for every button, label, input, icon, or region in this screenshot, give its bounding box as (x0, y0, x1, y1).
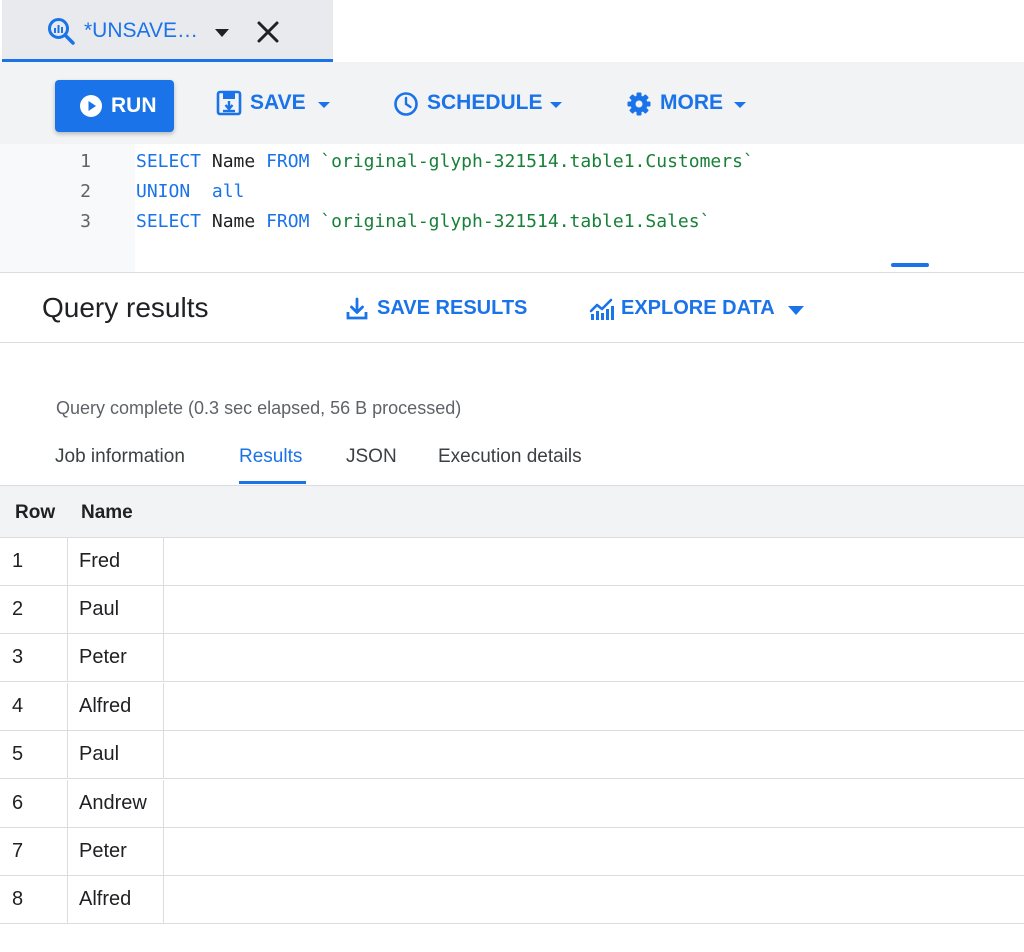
row-number: 5 (12, 743, 24, 765)
sql-keyword: SELECT (136, 211, 202, 232)
line-number: 3 (80, 211, 91, 232)
explore-data-label: EXPLORE DATA (621, 297, 775, 319)
sql-identifier: Name (211, 151, 256, 172)
download-icon (346, 297, 368, 320)
cell-divider (67, 780, 68, 827)
tab-title: *UNSAVE… (84, 19, 198, 42)
play-circle-icon (80, 95, 102, 117)
editor-divider (0, 272, 1024, 273)
row-number: 4 (12, 695, 24, 717)
table-row: 8 Alfred (0, 876, 1024, 924)
gear-icon (627, 92, 651, 116)
cell-divider (163, 586, 164, 633)
more-caret-icon (734, 102, 746, 108)
cell-divider (163, 780, 164, 827)
row-number: 6 (12, 792, 24, 814)
line-number: 1 (80, 151, 91, 172)
cell-divider (67, 586, 68, 633)
query-magnifier-icon (48, 18, 75, 45)
tab-results[interactable]: Results (239, 446, 302, 468)
editor-resize-handle[interactable] (891, 263, 929, 267)
more-label: MORE (660, 91, 723, 114)
name-cell: Paul (79, 743, 120, 765)
table-row: 1 Fred (0, 538, 1024, 586)
cell-divider (163, 731, 164, 778)
sql-keyword: FROM (266, 211, 310, 232)
active-tab-indicator (239, 481, 306, 484)
name-cell: Alfred (79, 888, 132, 910)
cell-divider (67, 828, 68, 875)
row-number: 8 (12, 888, 24, 910)
cell-divider (67, 731, 68, 778)
schedule-caret-icon (550, 102, 562, 108)
caret-down-icon[interactable] (210, 26, 234, 40)
table-row: 7 Peter (0, 828, 1024, 876)
query-results-title: Query results (42, 292, 209, 323)
sql-keyword: SELECT (136, 151, 202, 172)
name-cell: Paul (79, 598, 120, 620)
name-cell: Peter (79, 840, 127, 862)
cell-divider (67, 876, 68, 923)
save-label: SAVE (250, 91, 306, 114)
more-button[interactable]: MORE (626, 86, 750, 122)
close-icon[interactable] (254, 18, 282, 46)
cell-divider (163, 876, 164, 923)
row-number: 1 (12, 550, 24, 572)
table-row: 5 Paul (0, 731, 1024, 779)
table-row: 3 Peter (0, 634, 1024, 682)
save-results-button[interactable]: SAVE RESULTS (346, 296, 528, 324)
results-header-divider (0, 342, 1024, 343)
name-cell: Andrew (79, 792, 147, 814)
clock-icon (394, 92, 418, 116)
explore-caret-icon (788, 306, 804, 315)
save-disk-icon (216, 90, 242, 116)
tab-execution-details[interactable]: Execution details (438, 446, 582, 468)
query-tab[interactable]: *UNSAVE… (2, 0, 333, 62)
row-number: 3 (12, 646, 24, 668)
cell-divider (67, 634, 68, 681)
run-label: RUN (111, 94, 157, 117)
line-number: 2 (80, 181, 91, 202)
sql-table-ref: `original-glyph-321514.table1.Customers` (320, 151, 754, 172)
save-results-label: SAVE RESULTS (377, 297, 528, 319)
cell-divider (163, 683, 164, 730)
column-header-name: Name (81, 502, 133, 523)
name-cell: Peter (79, 646, 127, 668)
cell-divider (163, 538, 164, 585)
query-status: Query complete (0.3 sec elapsed, 56 B pr… (56, 398, 462, 418)
table-header: Row Name (0, 485, 1024, 538)
sql-table-ref: `original-glyph-321514.table1.Sales` (320, 211, 711, 232)
save-button[interactable]: SAVE (216, 86, 334, 122)
save-caret-icon (318, 102, 330, 108)
sql-keyword: all (211, 181, 245, 202)
explore-data-button[interactable]: EXPLORE DATA (589, 296, 809, 324)
code-line: UNION all (136, 181, 244, 202)
cell-divider (67, 538, 68, 585)
chart-icon (589, 298, 614, 320)
tab-json[interactable]: JSON (346, 446, 397, 468)
table-row: 4 Alfred (0, 683, 1024, 731)
row-number: 2 (12, 598, 24, 620)
sql-keyword: FROM (266, 151, 310, 172)
column-header-row: Row (15, 502, 56, 523)
name-cell: Fred (79, 550, 121, 572)
code-line: SELECT Name FROM `original-glyph-321514.… (136, 151, 754, 172)
name-cell: Alfred (79, 695, 132, 717)
cell-divider (163, 634, 164, 681)
schedule-button[interactable]: SCHEDULE (393, 86, 565, 122)
run-button[interactable]: RUN (55, 80, 174, 132)
cell-divider (67, 683, 68, 730)
row-number: 7 (12, 840, 24, 862)
table-row: 6 Andrew (0, 780, 1024, 828)
cell-divider (163, 828, 164, 875)
tab-job-information[interactable]: Job information (55, 446, 185, 468)
code-line: SELECT Name FROM `original-glyph-321514.… (136, 211, 710, 232)
sql-keyword: UNION (136, 181, 191, 202)
table-row: 2 Paul (0, 586, 1024, 634)
sql-identifier: Name (211, 211, 256, 232)
schedule-label: SCHEDULE (427, 91, 543, 114)
